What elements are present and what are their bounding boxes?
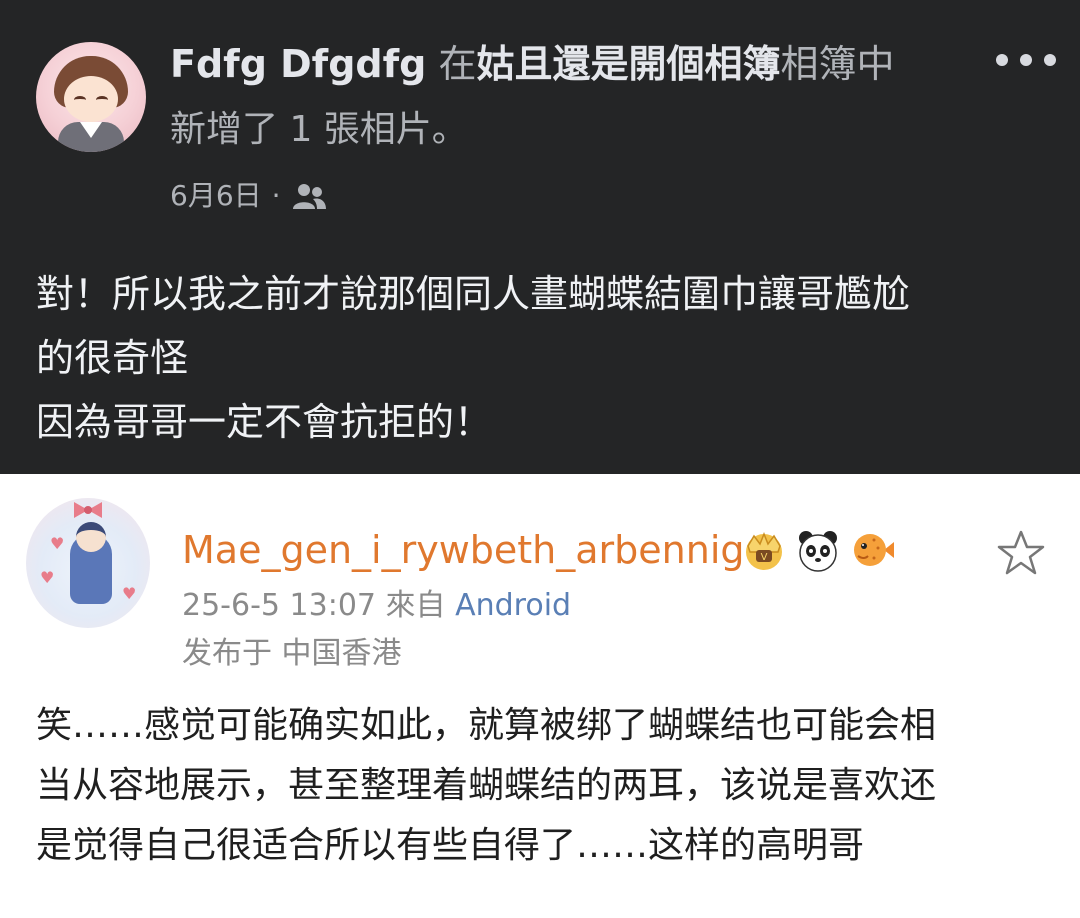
post-action-text: 新增了 1 張相片。 xyxy=(170,109,468,150)
heart-icon: ♥ xyxy=(50,534,65,553)
comment-text-line: 笑……感觉可能确实如此，就算被绑了蝴蝶结也可能会相 xyxy=(36,705,937,746)
post-text-line: 的很奇怪 xyxy=(36,336,189,380)
crown-badge-icon[interactable]: V xyxy=(740,526,788,574)
avatar-eye xyxy=(96,96,108,104)
author-avatar[interactable] xyxy=(36,42,146,152)
comment-timestamp: 25-6-5 13:07 xyxy=(182,588,376,623)
heart-icon: ♥ xyxy=(40,568,55,587)
friends-icon[interactable] xyxy=(291,181,327,211)
post-meta: 6月6日 · xyxy=(170,176,327,216)
commenter-username[interactable]: Mae_gen_i_rywbeth_arbennig xyxy=(182,524,745,576)
panda-badge-icon[interactable] xyxy=(794,526,842,574)
facebook-post: Fdfg Dfgdfg 在姑且還是開個相簿相簿中 新增了 1 張相片。 6月6日… xyxy=(0,0,1080,474)
more-dot xyxy=(996,54,1008,66)
commenter-avatar[interactable]: ♥ ♥ ♥ xyxy=(26,498,150,628)
svg-text:V: V xyxy=(761,552,768,563)
pufferfish-badge-icon[interactable] xyxy=(848,526,896,574)
album-link[interactable]: 姑且還是開個相簿 xyxy=(476,42,780,86)
heart-icon: ♥ xyxy=(122,584,137,603)
meta-separator: · xyxy=(271,179,281,212)
avatar-face xyxy=(64,76,118,122)
post-text-line: 對！所以我之前才說那個同人畫蝴蝶結圍巾讓哥尷尬 xyxy=(36,272,911,316)
comment-text-line: 是觉得自己很适合所以有些自得了……这样的高明哥 xyxy=(36,825,865,866)
comment-time-line: 25-6-5 13:07 來自 Android xyxy=(182,584,571,628)
user-badges: V xyxy=(740,526,896,574)
post-date[interactable]: 6月6日 xyxy=(170,176,262,216)
more-dot xyxy=(1044,54,1056,66)
author-name[interactable]: Fdfg Dfgdfg xyxy=(170,42,426,86)
comment-body: 笑……感觉可能确实如此，就算被绑了蝴蝶结也可能会相 当从容地展示，甚至整理着蝴蝶… xyxy=(36,696,1056,876)
avatar-head xyxy=(76,522,106,552)
avatar-eye xyxy=(74,96,86,104)
more-dot xyxy=(1020,54,1032,66)
comment-text-line: 当从容地展示，甚至整理着蝴蝶结的两耳，该说是喜欢还 xyxy=(36,765,937,806)
star-icon[interactable] xyxy=(996,528,1046,578)
post-header: Fdfg Dfgdfg 在姑且還是開個相簿相簿中 xyxy=(170,38,894,90)
post-body: 對！所以我之前才說那個同人畫蝴蝶結圍巾讓哥尷尬 的很奇怪 因為哥哥一定不會抗拒的… xyxy=(36,262,1056,454)
post-text-line: 因為哥哥一定不會抗拒的！ xyxy=(36,400,493,444)
album-suffix: 相簿中 xyxy=(780,42,895,86)
more-options-button[interactable] xyxy=(996,48,1056,72)
source-prefix: 來自 xyxy=(385,588,446,623)
comment-location: 发布于 中国香港 xyxy=(182,636,402,671)
source-link[interactable]: Android xyxy=(455,588,571,623)
bow-icon xyxy=(74,502,102,518)
in-word: 在 xyxy=(438,42,477,86)
